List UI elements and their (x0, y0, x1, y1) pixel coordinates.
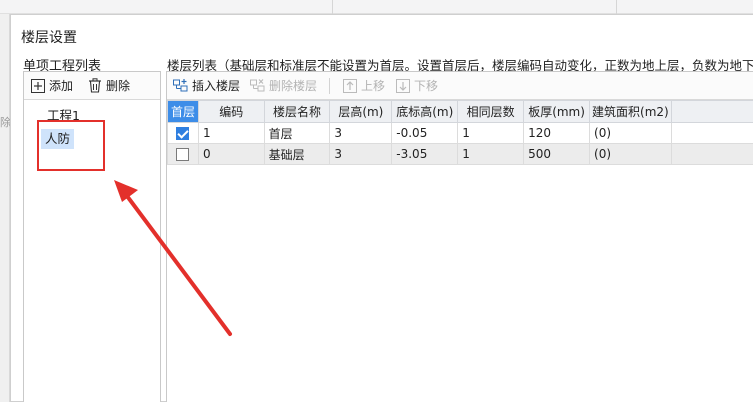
annotation-arrow (114, 180, 232, 336)
